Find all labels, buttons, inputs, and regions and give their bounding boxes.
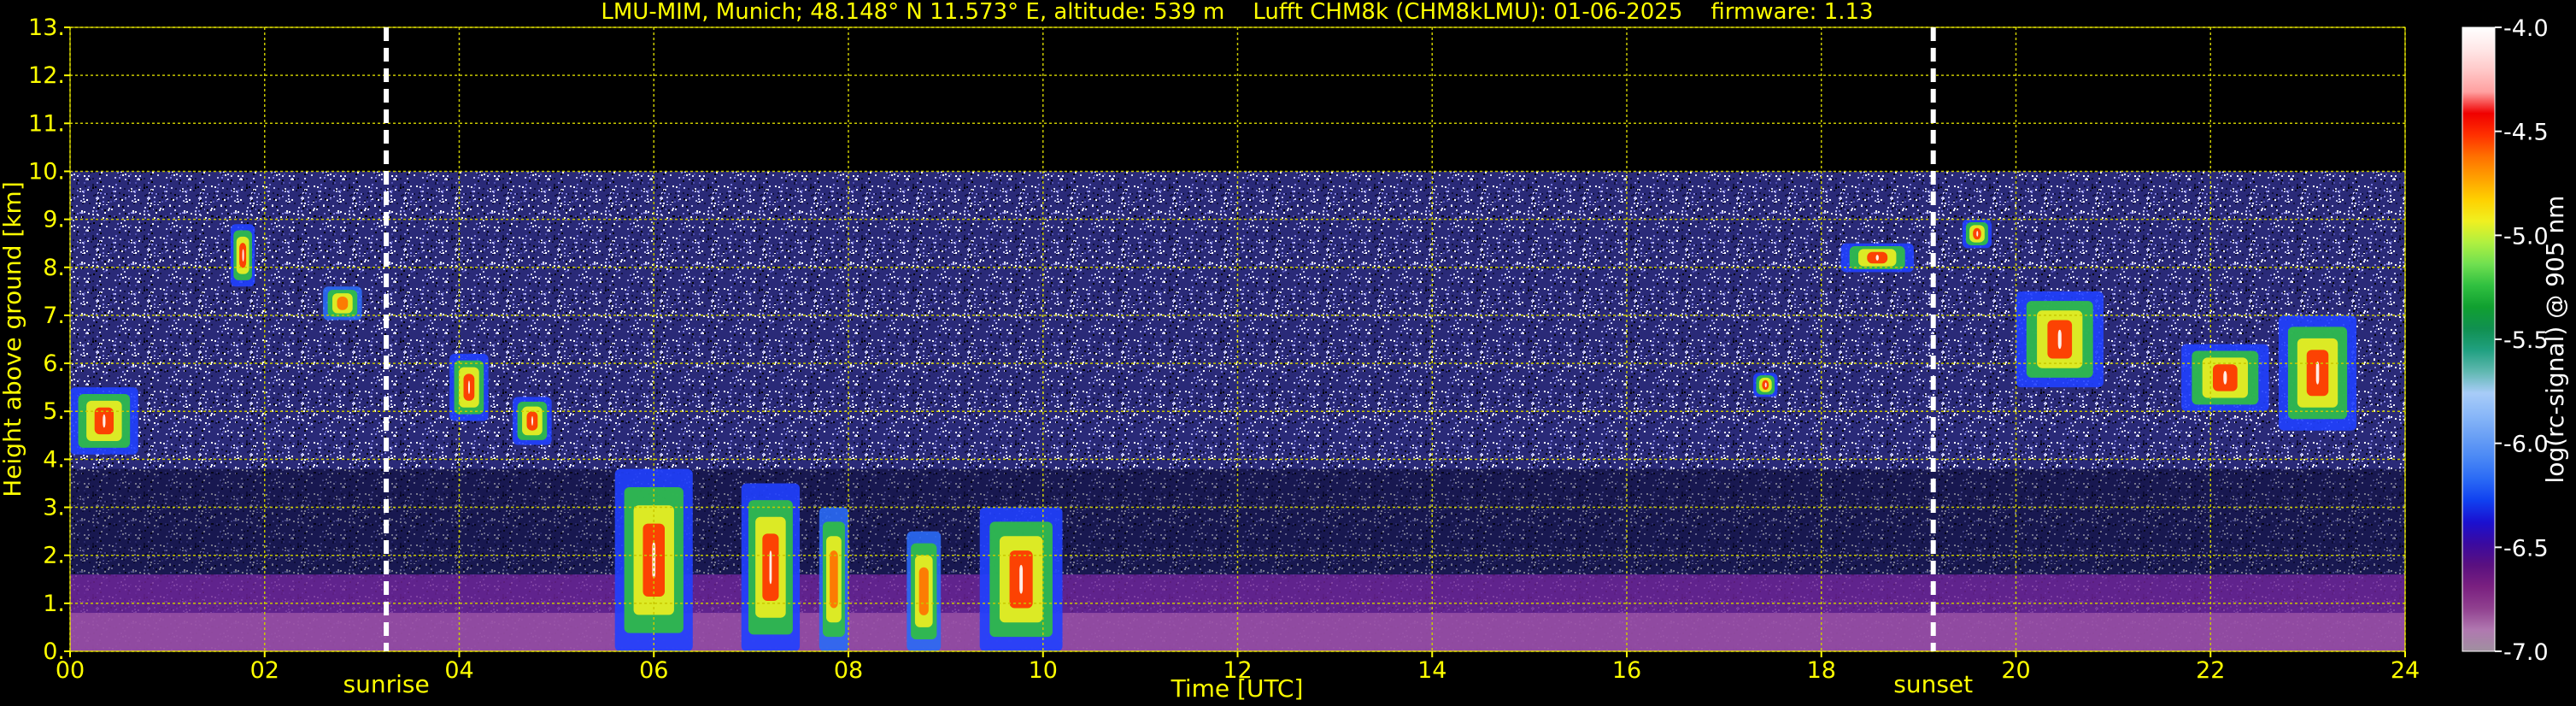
colorbar-scale	[2462, 26, 2496, 652]
cloud-feature	[70, 387, 138, 455]
y-tick-label: 8.	[43, 255, 65, 281]
y-tick-label: 0.	[43, 638, 65, 665]
cloud-feature-layer	[337, 297, 349, 310]
x-tick-label: 18	[1807, 657, 1836, 684]
colorbar: -4.0-4.5-5.0-5.5-6.0-6.5-7.0	[2462, 15, 2549, 666]
cloud-feature	[2181, 344, 2269, 412]
cloud-feature-layer	[1019, 564, 1024, 594]
cloud-feature	[513, 397, 552, 445]
x-tick-label: 02	[250, 657, 279, 684]
cloud-feature	[741, 483, 801, 651]
colorbar-tick-label: -4.5	[2503, 120, 2549, 146]
cloud-feature-layer	[918, 567, 929, 615]
cloud-feature	[907, 531, 942, 651]
cloud-feature-layer	[467, 380, 470, 395]
colorbar-tick-label: -6.5	[2503, 535, 2549, 562]
cloud-feature-layer	[242, 249, 244, 262]
x-axis-label: Time [UTC]	[1171, 674, 1304, 703]
cloud-feature	[2278, 315, 2357, 431]
cloud-feature-layer	[2223, 371, 2227, 385]
colorbar-label: log(rc-signal) @ 905 nm	[2541, 196, 2569, 484]
cloud-feature	[2016, 291, 2104, 388]
x-tick-label: 04	[444, 657, 473, 684]
cloud-feature	[1840, 243, 1914, 273]
y-tick-label: 4.	[43, 446, 65, 473]
x-tick-label: 06	[639, 657, 668, 684]
cloud-feature-layer	[1976, 231, 1979, 237]
y-axis-label: Height above ground [km]	[0, 181, 26, 497]
cloud-feature	[230, 224, 255, 287]
cloud-feature	[1962, 219, 1992, 249]
y-tick-label: 3.	[43, 495, 65, 521]
x-tick-label: 22	[2196, 657, 2225, 684]
y-tick-label: 5.	[43, 398, 65, 425]
chart-title: LMU-MIM, Munich; 48.148° N 11.573° E, al…	[601, 0, 1873, 25]
ceilometer-chart: LMU-MIM, Munich; 48.148° N 11.573° E, al…	[0, 0, 2569, 703]
cloud-feature-layer	[2315, 361, 2320, 385]
y-tick-label: 12.	[28, 62, 65, 89]
y-axis-ticks: 0. 1. 2. 3. 4. 5. 6. 7. 8. 9. 10. 11. 12. 13.	[28, 15, 70, 665]
cloud-feature-layer	[531, 415, 533, 427]
colorbar-tick-label: -7.0	[2503, 639, 2549, 666]
y-tick-label: 2.	[43, 543, 65, 569]
y-tick-label: 13.	[28, 15, 65, 41]
y-tick-label: 6.	[43, 350, 65, 377]
y-tick-label: 9.	[43, 207, 65, 233]
cloud-feature-layer	[2057, 329, 2062, 350]
x-tick-label: 14	[1417, 657, 1446, 684]
x-tick-label: 16	[1612, 657, 1641, 684]
y-tick-label: 1.	[43, 591, 65, 617]
colorbar-tick-label: -4.0	[2503, 15, 2549, 42]
y-tick-label: 11.	[28, 110, 65, 137]
sunset-label: sunset	[1893, 670, 1973, 698]
cloud-feature-layer	[830, 550, 838, 609]
cloud-feature-layer	[1875, 255, 1879, 261]
cloud-feature-layer	[1764, 382, 1767, 388]
y-tick-label: 10.	[28, 158, 65, 185]
cloud-feature	[979, 507, 1063, 651]
cloud-feature	[819, 507, 848, 651]
cloud-feature	[1753, 373, 1778, 397]
x-tick-label: 08	[834, 657, 863, 684]
x-tick-label: 24	[2391, 657, 2420, 684]
sunrise-label: sunrise	[343, 670, 430, 698]
x-tick-label: 10	[1029, 657, 1058, 684]
x-tick-label: 20	[2001, 657, 2030, 684]
cloud-feature-layer	[103, 414, 106, 428]
y-tick-label: 7.	[43, 303, 65, 329]
